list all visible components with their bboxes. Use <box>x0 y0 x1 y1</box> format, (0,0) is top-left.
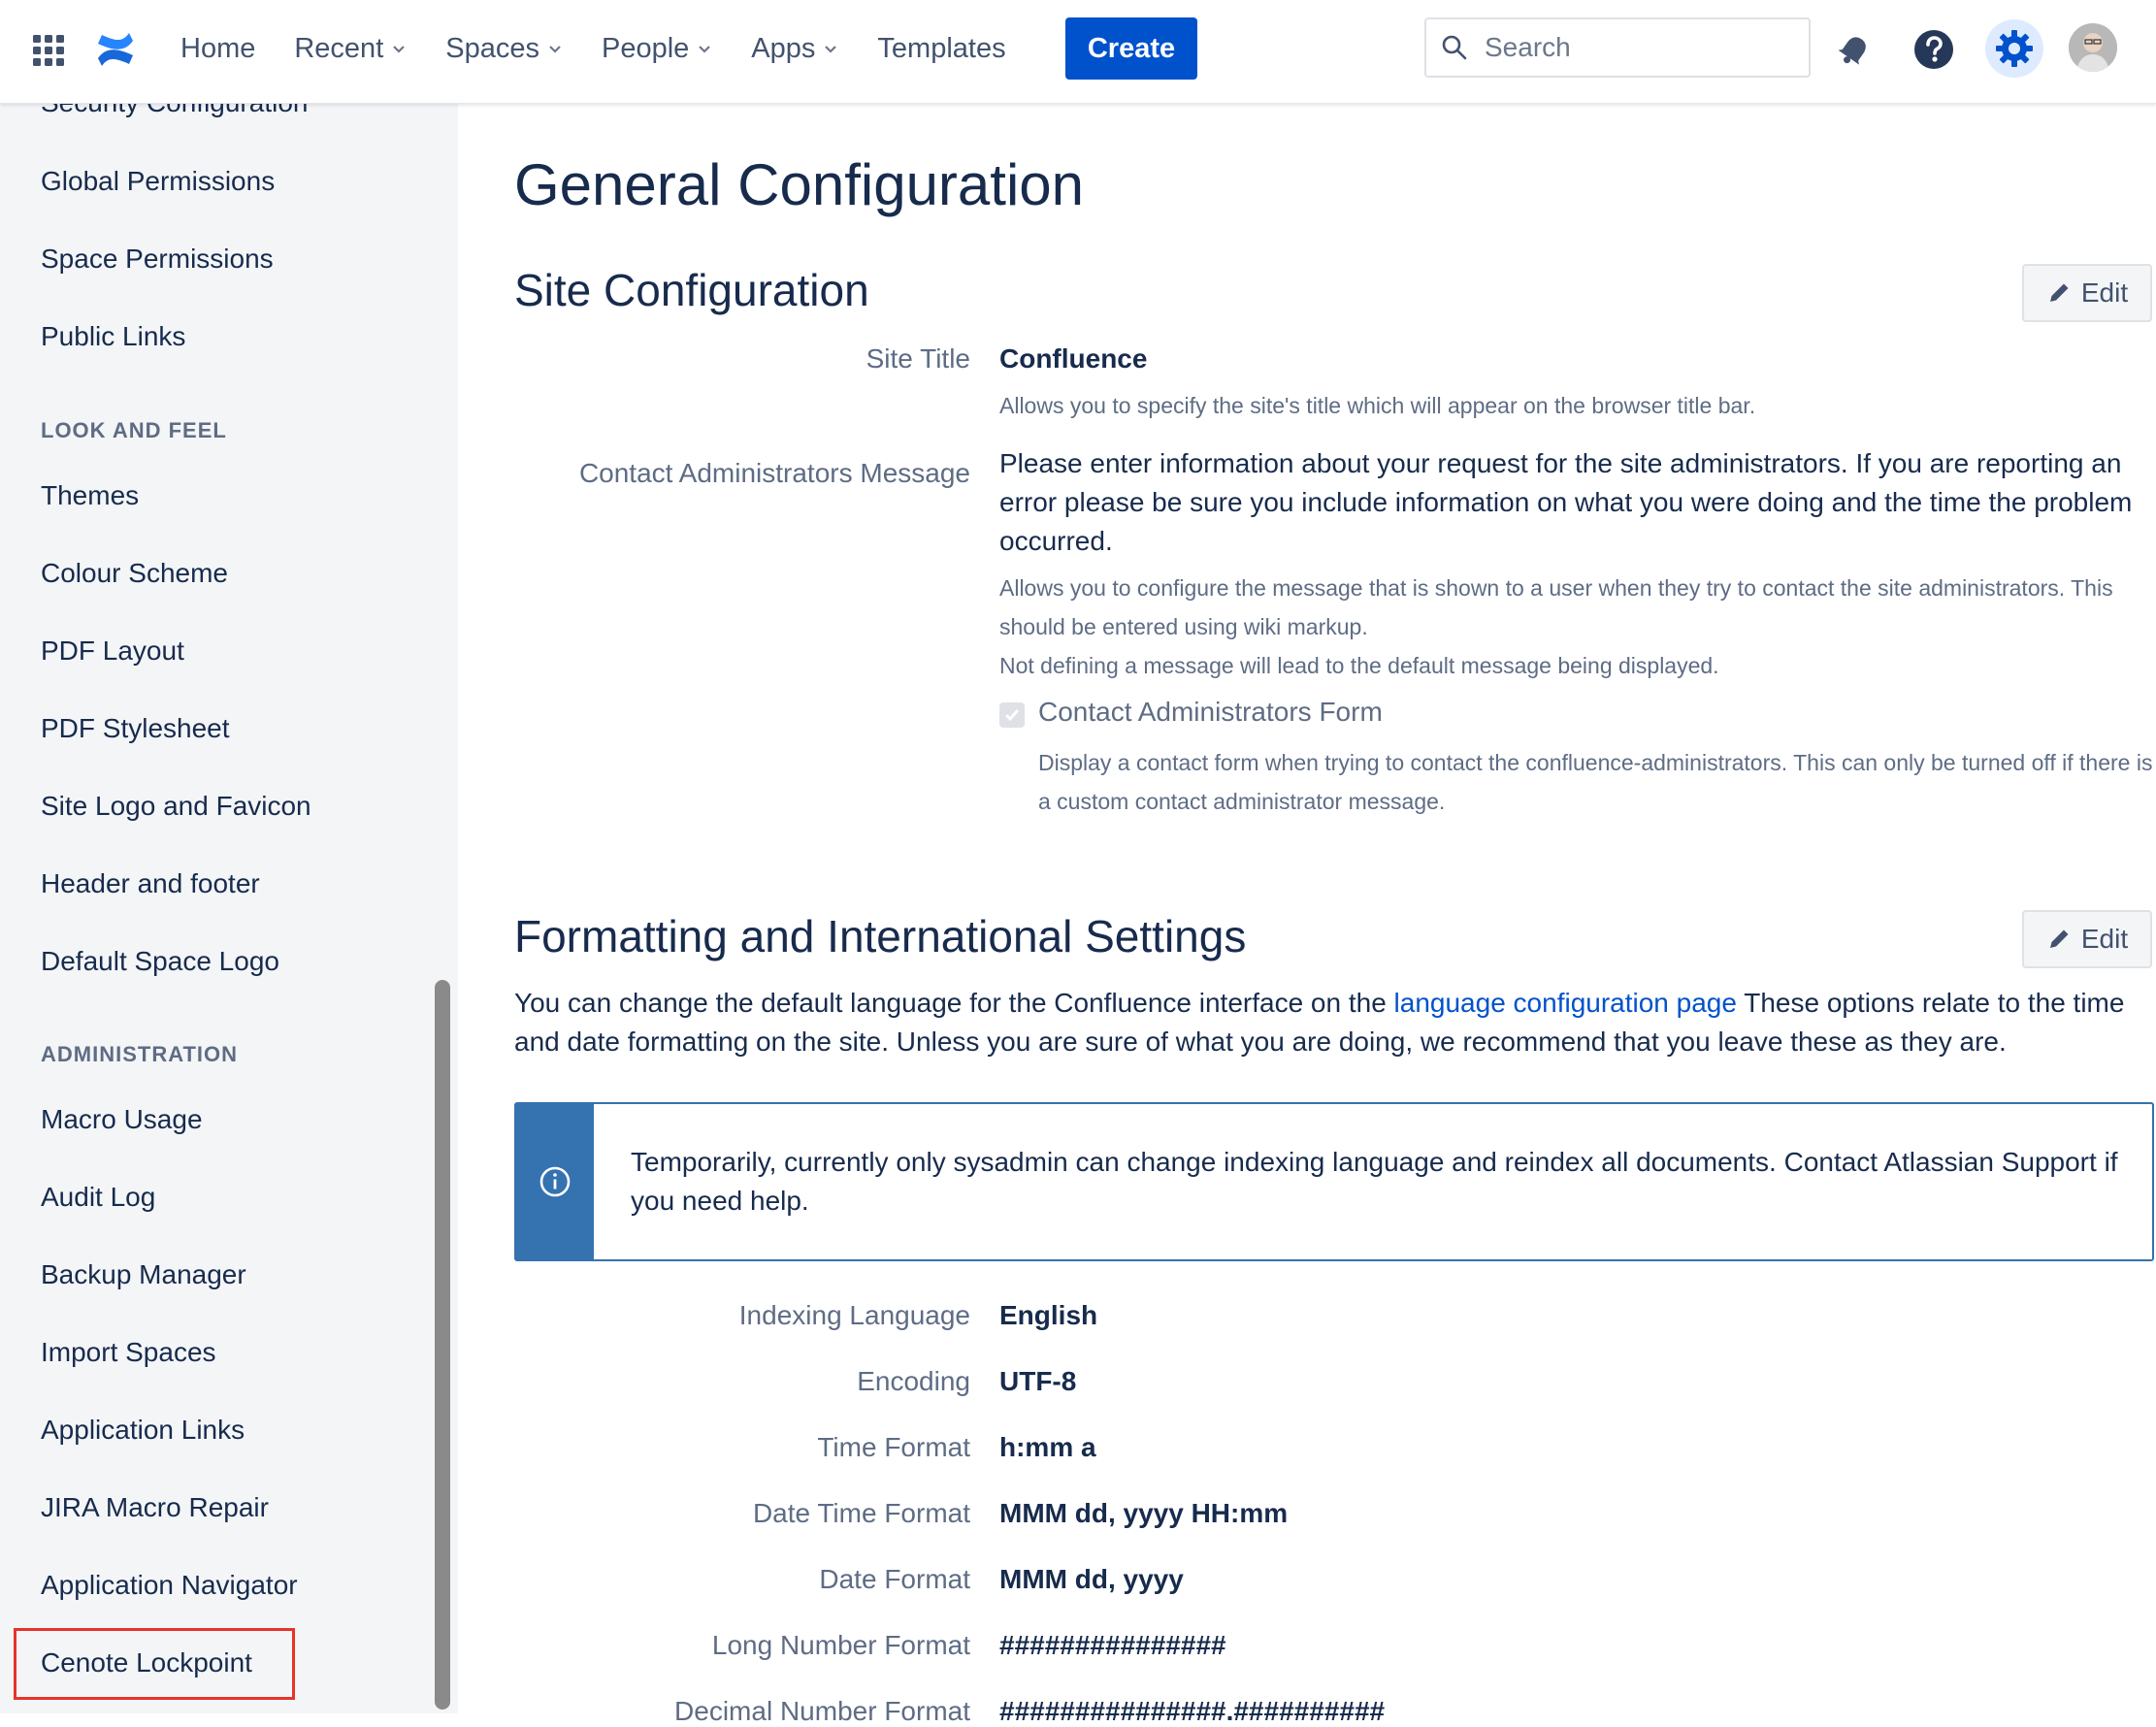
nav-home-label: Home <box>180 32 256 64</box>
sidebar-heading-look-and-feel: LOOK AND FEEL <box>41 418 227 442</box>
encoding-label: Encoding <box>857 1366 970 1396</box>
main-content: General Configuration Site Configuration… <box>458 103 2156 1726</box>
pencil-icon <box>2049 929 2069 948</box>
chevron-down-icon <box>393 46 406 53</box>
decimal-number-format-value: ###############.########## <box>999 1696 1386 1726</box>
encoding-value: UTF-8 <box>999 1366 1077 1396</box>
indexing-language-label: Indexing Language <box>738 1300 970 1330</box>
sidebar-item-public-links[interactable]: Public Links <box>41 321 185 352</box>
site-title-label: Site Title <box>866 343 970 374</box>
info-message-text: Temporarily, currently only sysadmin can… <box>631 1147 2118 1216</box>
info-icon <box>539 1166 571 1197</box>
sidebar-item-application-links[interactable]: Application Links <box>41 1415 245 1446</box>
search-box[interactable] <box>1424 17 1811 78</box>
nav-apps[interactable]: Apps <box>751 33 838 65</box>
sidebar-item-jira-macro-repair[interactable]: JIRA Macro Repair <box>41 1492 269 1523</box>
edit-label: Edit <box>2080 277 2129 308</box>
user-avatar-icon <box>2069 23 2117 72</box>
time-format-label: Time Format <box>817 1432 970 1462</box>
help-button[interactable] <box>1910 25 1958 74</box>
page-title: General Configuration <box>514 152 1085 217</box>
sidebar-item-header-footer[interactable]: Header and footer <box>41 868 260 899</box>
nav-people[interactable]: People <box>602 33 712 65</box>
decimal-number-format-label: Decimal Number Format <box>674 1696 970 1726</box>
create-button[interactable]: Create <box>1065 17 1197 80</box>
nav-recent[interactable]: Recent <box>294 33 407 65</box>
date-time-format-value: MMM dd, yyyy HH:mm <box>999 1498 1289 1528</box>
nav-templates[interactable]: Templates <box>877 33 1005 65</box>
intro-text-before: You can change the default language for … <box>514 988 1394 1018</box>
sidebar-item-space-permissions[interactable]: Space Permissions <box>41 244 274 275</box>
admin-sidebar: Security Configuration Global Permission… <box>0 103 430 1713</box>
info-bar <box>516 1104 594 1259</box>
sidebar-item-pdf-layout[interactable]: PDF Layout <box>41 635 184 667</box>
sidebar-item-default-space-logo[interactable]: Default Space Logo <box>41 946 279 977</box>
contact-form-description: Display a contact form when trying to co… <box>1038 750 2153 814</box>
pencil-icon <box>2049 283 2069 302</box>
site-title-description: Allows you to specify the site's title w… <box>999 393 1756 418</box>
sidebar-heading-administration: ADMINISTRATION <box>41 1042 239 1066</box>
contact-message-label: Contact Administrators Message <box>578 458 970 488</box>
contact-form-checkbox-label: Contact Administrators Form <box>1038 697 1383 727</box>
long-number-format-value: ############### <box>999 1630 1226 1660</box>
nav-spaces[interactable]: Spaces <box>445 33 563 65</box>
notifications-icon <box>1838 37 1866 65</box>
formatting-intro: You can change the default language for … <box>514 984 2154 1061</box>
confluence-logo-icon[interactable] <box>95 29 136 70</box>
language-configuration-link[interactable]: language configuration page <box>1394 988 1737 1018</box>
nav-people-label: People <box>601 32 690 64</box>
nav-apps-label: Apps <box>751 32 816 64</box>
settings-button[interactable] <box>1985 19 2043 78</box>
sidebar-item-security-configuration[interactable]: Security Configuration <box>41 103 308 118</box>
sidebar-item-pdf-stylesheet[interactable]: PDF Stylesheet <box>41 713 230 744</box>
sidebar-scrollbar[interactable] <box>435 980 450 1710</box>
date-time-format-label: Date Time Format <box>752 1498 970 1528</box>
formatting-settings-title: Formatting and International Settings <box>514 911 1247 961</box>
time-format-value: h:mm a <box>999 1432 1096 1462</box>
long-number-format-label: Long Number Format <box>711 1630 970 1660</box>
top-navigation-bar: Home Recent Spaces People Apps Templates… <box>0 0 2156 104</box>
contact-message-value: Please enter information about your requ… <box>999 448 2133 556</box>
chevron-down-icon <box>825 46 837 53</box>
site-configuration-title: Site Configuration <box>514 265 869 315</box>
help-icon <box>1914 30 1953 69</box>
settings-gear-icon <box>1996 30 2033 67</box>
primary-nav: Home Recent Spaces People Apps Templates <box>180 27 1045 70</box>
search-icon <box>1442 35 1467 60</box>
edit-label: Edit <box>2080 924 2129 954</box>
sidebar-item-backup-manager[interactable]: Backup Manager <box>41 1259 246 1290</box>
checkmark-icon <box>1004 709 1020 722</box>
sidebar-item-application-navigator[interactable]: Application Navigator <box>41 1570 298 1601</box>
sidebar-item-macro-usage[interactable]: Macro Usage <box>41 1104 203 1135</box>
sidebar-item-colour-scheme[interactable]: Colour Scheme <box>41 558 228 589</box>
date-format-value: MMM dd, yyyy <box>999 1564 1184 1594</box>
app-grid-icon[interactable] <box>31 33 66 68</box>
site-title-value: Confluence <box>999 343 1148 374</box>
chevron-down-icon <box>699 46 711 53</box>
chevron-down-icon <box>549 46 561 53</box>
nav-home[interactable]: Home <box>180 33 255 65</box>
highlight-annotation-box <box>14 1628 295 1700</box>
site-config-edit-button[interactable]: Edit <box>2022 264 2152 322</box>
notifications-button[interactable] <box>1830 25 1878 74</box>
nav-templates-label: Templates <box>877 32 1006 64</box>
nav-recent-label: Recent <box>294 32 384 64</box>
formatting-edit-button[interactable]: Edit <box>2022 910 2152 968</box>
sidebar-item-themes[interactable]: Themes <box>41 480 139 511</box>
contact-form-checkbox[interactable] <box>999 702 1025 728</box>
sidebar-item-site-logo-favicon[interactable]: Site Logo and Favicon <box>41 791 311 822</box>
search-input[interactable] <box>1483 31 1797 64</box>
date-format-label: Date Format <box>819 1564 970 1594</box>
contact-message-default-note: Not defining a message will lead to the … <box>999 653 1719 678</box>
sidebar-item-audit-log[interactable]: Audit Log <box>41 1182 155 1213</box>
nav-spaces-label: Spaces <box>445 32 539 64</box>
sidebar-item-global-permissions[interactable]: Global Permissions <box>41 166 275 197</box>
indexing-language-value: English <box>999 1300 1098 1330</box>
contact-message-description: Allows you to configure the message that… <box>999 575 2113 639</box>
info-message-panel: Temporarily, currently only sysadmin can… <box>514 1102 2154 1261</box>
sidebar-item-import-spaces[interactable]: Import Spaces <box>41 1337 216 1368</box>
avatar[interactable] <box>2069 23 2117 72</box>
